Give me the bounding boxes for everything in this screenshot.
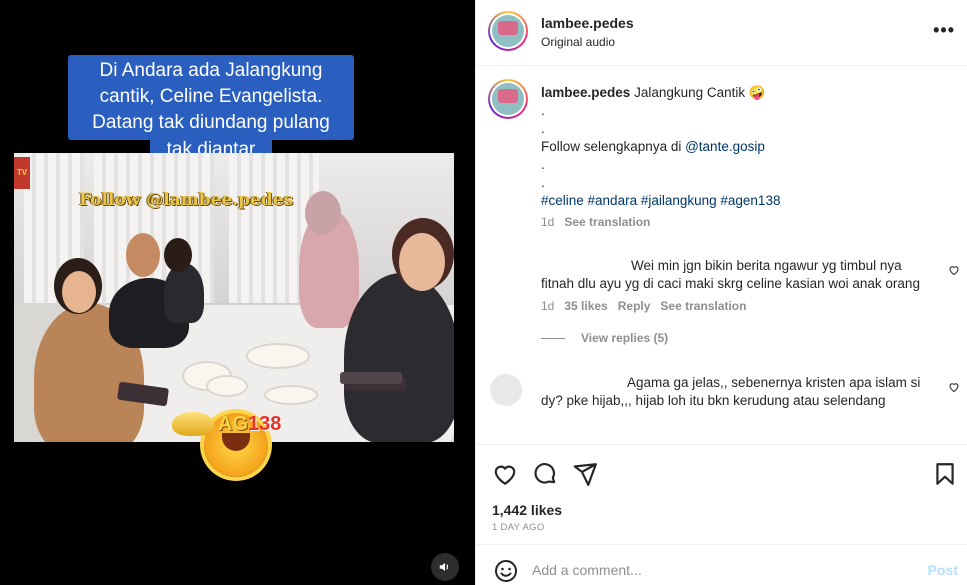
like-comment-heart-icon[interactable] bbox=[948, 381, 960, 393]
caption-time: 1d bbox=[541, 215, 555, 229]
comment-item: Agama ga jelas,, sebenernya kristen apa … bbox=[541, 374, 926, 410]
header-username[interactable]: lambee.pedes bbox=[541, 15, 634, 31]
volume-button[interactable] bbox=[431, 553, 459, 581]
post-actions: 1,442 likes 1 DAY AGO bbox=[476, 444, 967, 544]
see-translation-button[interactable]: See translation bbox=[660, 299, 746, 313]
save-bookmark-icon[interactable] bbox=[932, 461, 958, 487]
post-panel: lambee.pedes Original audio ••• lambee.p… bbox=[475, 0, 967, 585]
more-options-icon[interactable]: ••• bbox=[933, 21, 955, 39]
likes-count[interactable]: 1,442 likes bbox=[492, 502, 562, 518]
caption-dot: . bbox=[541, 103, 545, 118]
follow-text: Follow selengkapnya di bbox=[541, 139, 686, 154]
comment-text: Wei min jgn bikin berita ngawur yg timbu… bbox=[541, 258, 920, 291]
comments-list[interactable]: lambee.pedes Jalangkung Cantik 🤪 . . Fol… bbox=[476, 67, 967, 443]
gold-ingot-icon bbox=[172, 412, 214, 436]
like-heart-icon[interactable] bbox=[492, 461, 518, 487]
add-comment-bar: Post bbox=[476, 544, 967, 585]
video-watermark: Follow @lambee.pedes bbox=[79, 190, 294, 210]
view-replies-button[interactable]: View replies (5) bbox=[581, 331, 668, 345]
post-button[interactable]: Post bbox=[928, 562, 958, 578]
like-comment-heart-icon[interactable] bbox=[948, 264, 960, 276]
caption-dot: . bbox=[541, 121, 545, 136]
comment-icon[interactable] bbox=[532, 461, 558, 487]
comment-time: 1d bbox=[541, 299, 555, 313]
caption-block: lambee.pedes Jalangkung Cantik 🤪 . . Fol… bbox=[541, 84, 951, 229]
see-translation-button[interactable]: See translation bbox=[564, 215, 650, 229]
commenter-avatar[interactable] bbox=[490, 374, 522, 406]
caption-dot: . bbox=[541, 157, 545, 172]
emoji-icon[interactable] bbox=[494, 559, 518, 583]
comment-text: Agama ga jelas,, sebenernya kristen apa … bbox=[541, 375, 921, 408]
comment-item: Wei min jgn bikin berita ngawur yg timbu… bbox=[541, 257, 926, 345]
channel-logo: TV bbox=[14, 157, 30, 189]
comment-input[interactable] bbox=[532, 558, 912, 582]
promo-logo: AG138 bbox=[218, 413, 282, 435]
mention-link[interactable]: @tante.gosip bbox=[685, 139, 765, 154]
video-caption: Di Andara ada Jalangkung cantik, Celine … bbox=[68, 55, 354, 140]
audio-label[interactable]: Original audio bbox=[541, 35, 615, 49]
post-date: 1 DAY AGO bbox=[492, 522, 545, 533]
avatar[interactable] bbox=[488, 11, 528, 51]
post-header: lambee.pedes Original audio ••• bbox=[476, 0, 967, 66]
reel-video[interactable]: Di Andara ada Jalangkung cantik, Celine … bbox=[0, 0, 475, 585]
reply-button[interactable]: Reply bbox=[618, 299, 651, 313]
video-scene: TV Follow @lambee.pedes bbox=[14, 153, 454, 442]
share-icon[interactable] bbox=[572, 461, 598, 487]
caption-dot: . bbox=[541, 175, 545, 190]
caption-avatar[interactable] bbox=[488, 79, 528, 119]
caption-username[interactable]: lambee.pedes bbox=[541, 85, 630, 100]
caption-text: Jalangkung Cantik 🤪 bbox=[634, 85, 766, 100]
hashtags[interactable]: #celine #andara #jailangkung #agen138 bbox=[541, 192, 951, 210]
speaker-icon bbox=[439, 562, 448, 572]
comment-likes[interactable]: 35 likes bbox=[564, 299, 607, 313]
